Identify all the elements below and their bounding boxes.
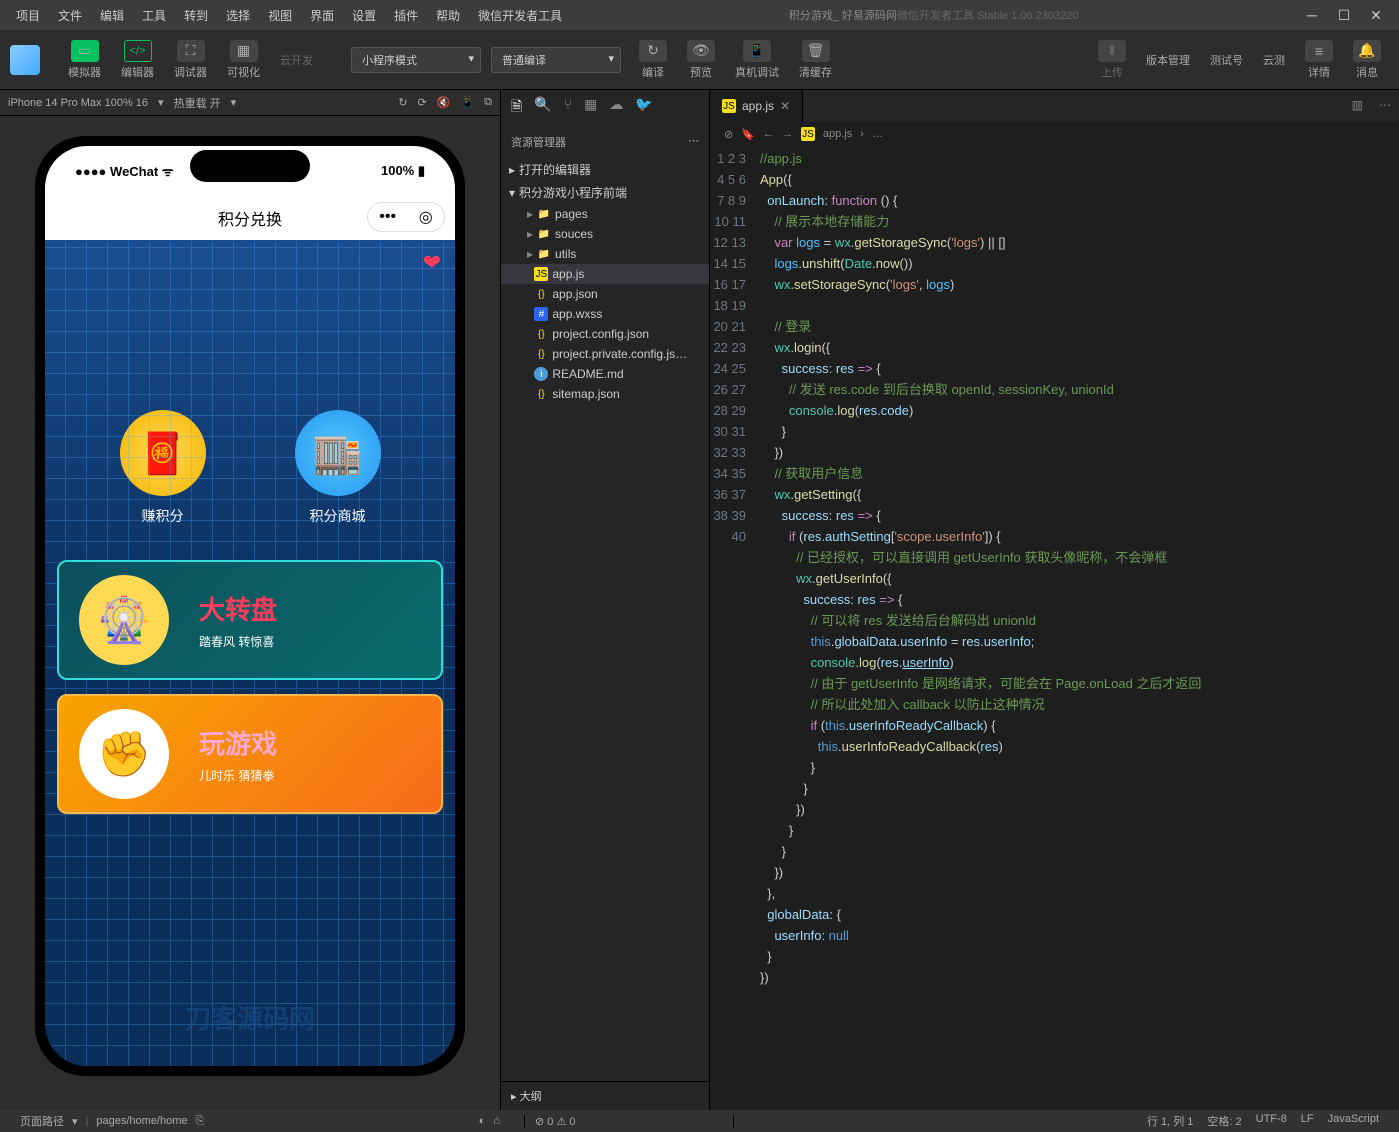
capsule-button[interactable]: •••◎ — [367, 202, 445, 232]
game-card[interactable]: ✊ 玩游戏儿时乐 猜猜拳 — [57, 694, 443, 814]
menu-插件[interactable]: 插件 — [386, 3, 426, 28]
tree-item[interactable]: JSapp.js — [501, 264, 709, 284]
watermark: 刀客源码网 — [185, 999, 315, 1036]
clear-cache-button[interactable]: 🗑清缓存 — [791, 36, 840, 84]
menu-编辑[interactable]: 编辑 — [92, 3, 132, 28]
nav-bar: 积分兑换 •••◎ — [45, 196, 455, 240]
project-root-section[interactable]: ▾ 积分游戏小程序前端 — [501, 181, 709, 204]
compile-button[interactable]: ↻编译 — [631, 36, 675, 84]
message-button[interactable]: 🔔消息 — [1345, 36, 1389, 84]
window-title: 积分游戏_ 好易源码网微信开发者工具 Stable 1.06.2303220 — [570, 7, 1297, 23]
phone-frame: ●●●● WeChat ᯤ 100% ▮ 积分兑换 •••◎ ❤ 🧧赚积分 — [35, 136, 465, 1076]
version-button[interactable]: 版本管理 — [1138, 48, 1198, 72]
menu-界面[interactable]: 界面 — [302, 3, 342, 28]
page-path[interactable]: pages/home/home — [96, 1115, 187, 1127]
tree-item[interactable]: {}app.json — [501, 284, 709, 304]
window-controls: ─ ☐ ✕ — [1297, 7, 1391, 24]
mode-select[interactable]: 小程序模式 — [351, 47, 481, 73]
remote-debug-button[interactable]: 📱真机调试 — [727, 36, 787, 84]
tree-item[interactable]: ▸📁pages — [501, 204, 709, 224]
cloudtest-button[interactable]: 云测 — [1255, 48, 1293, 72]
menu-文件[interactable]: 文件 — [50, 3, 90, 28]
breadcrumb[interactable]: ⊘🔖←→ JSapp.js › … — [710, 122, 1399, 146]
menu-帮助[interactable]: 帮助 — [428, 3, 468, 28]
tree-item[interactable]: {}sitemap.json — [501, 384, 709, 404]
rotate-icon[interactable]: ⟳ — [418, 96, 427, 109]
files-icon[interactable]: 🗎 — [511, 96, 522, 120]
simulator-panel: iPhone 14 Pro Max 100% 16▾ 热重载 开▾ ↻ ⟳ 🔇 … — [0, 90, 500, 1110]
indent-label[interactable]: 空格: 2 — [1207, 1113, 1241, 1129]
preview-button[interactable]: 👁预览 — [679, 36, 723, 84]
tree-item[interactable]: {}project.private.config.js… — [501, 344, 709, 364]
testid-button[interactable]: 测试号 — [1202, 48, 1251, 72]
lang-label[interactable]: JavaScript — [1328, 1113, 1379, 1129]
detach-icon[interactable]: ⧉ — [484, 96, 492, 109]
code-editor[interactable]: 1 2 3 4 5 6 7 8 9 10 11 12 13 14 15 16 1… — [710, 146, 1399, 1110]
detail-button[interactable]: ≡详情 — [1297, 36, 1341, 84]
split-icon[interactable]: ▥ — [1344, 90, 1371, 122]
bird-icon[interactable]: 🐦 — [635, 96, 652, 120]
encoding-label[interactable]: UTF-8 — [1256, 1113, 1287, 1129]
refresh-icon[interactable]: ↻ — [398, 96, 407, 109]
menu-工具[interactable]: 工具 — [134, 3, 174, 28]
menu-转到[interactable]: 转到 — [176, 3, 216, 28]
notch — [190, 150, 310, 182]
close-tab-icon[interactable]: ✕ — [780, 99, 790, 113]
tree-item[interactable]: ▸📁utils — [501, 244, 709, 264]
mute-icon[interactable]: 🔇 — [437, 96, 451, 109]
compile-select[interactable]: 普通编译 — [491, 47, 621, 73]
scene-icon[interactable]: ◐ — [479, 1115, 486, 1127]
cloud-button[interactable]: 云开发 — [272, 48, 321, 72]
ext-icon[interactable]: ▦ — [584, 96, 597, 120]
outline-section[interactable]: ▸ 大纲 — [501, 1081, 709, 1110]
titlebar: 项目文件编辑工具转到选择视图界面设置插件帮助微信开发者工具 积分游戏_ 好易源码… — [0, 0, 1399, 30]
project-avatar[interactable] — [10, 45, 40, 75]
heart-icon[interactable]: ❤ — [423, 250, 441, 276]
branch-icon[interactable]: ⑂ — [564, 96, 572, 120]
toolbar: ▭模拟器 </>编辑器 ⛶调试器 ▦可视化 云开发 小程序模式 普通编译 ↻编译… — [0, 30, 1399, 90]
close-icon[interactable]: ✕ — [1361, 7, 1391, 24]
cursor-pos[interactable]: 行 1, 列 1 — [1147, 1113, 1193, 1129]
status-bar-bottom: 页面路径▾ | pages/home/home ⎘ ◐ ⌂ ⊘ 0 ⚠ 0 行 … — [0, 1110, 1399, 1132]
menu-选择[interactable]: 选择 — [218, 3, 258, 28]
editor-tab[interactable]: JSapp.js✕ — [710, 90, 803, 122]
home-icon[interactable]: ⌂ — [493, 1115, 500, 1127]
device-icon[interactable]: 📱 — [460, 96, 474, 109]
upload-button[interactable]: ⬆上传 — [1090, 36, 1134, 84]
menu-视图[interactable]: 视图 — [260, 3, 300, 28]
tree-item[interactable]: {}project.config.json — [501, 324, 709, 344]
hot-reload-label[interactable]: 热重载 开 — [174, 95, 221, 111]
search-icon[interactable]: 🔍 — [534, 96, 551, 120]
minimize-icon[interactable]: ─ — [1297, 7, 1327, 24]
cloud-icon[interactable]: ☁ — [609, 96, 623, 120]
editor-button[interactable]: </>编辑器 — [113, 36, 162, 84]
menu-设置[interactable]: 设置 — [344, 3, 384, 28]
main-menu: 项目文件编辑工具转到选择视图界面设置插件帮助微信开发者工具 — [8, 3, 570, 28]
more-icon[interactable]: ⋯ — [1371, 90, 1399, 122]
errors-label[interactable]: ⊘ 0 ⚠ 0 — [535, 1115, 575, 1128]
menu-微信开发者工具[interactable]: 微信开发者工具 — [470, 3, 570, 28]
menu-项目[interactable]: 项目 — [8, 3, 48, 28]
tree-item[interactable]: #app.wxss — [501, 304, 709, 324]
wheel-card[interactable]: 🎡 大转盘踏春风 转惊喜 — [57, 560, 443, 680]
debugger-button[interactable]: ⛶调试器 — [166, 36, 215, 84]
open-editors-section[interactable]: ▸ 打开的编辑器 — [501, 158, 709, 181]
tree-item[interactable]: iREADME.md — [501, 364, 709, 384]
visual-button[interactable]: ▦可视化 — [219, 36, 268, 84]
device-label[interactable]: iPhone 14 Pro Max 100% 16 — [8, 97, 148, 109]
more-icon[interactable]: ⋯ — [688, 134, 699, 150]
copy-icon[interactable]: ⎘ — [196, 1115, 205, 1128]
tree-item[interactable]: ▸📁souces — [501, 224, 709, 244]
eol-label[interactable]: LF — [1301, 1113, 1314, 1129]
editor-panel: JSapp.js✕ ▥ ⋯ ⊘🔖←→ JSapp.js › … 1 2 3 4 … — [710, 90, 1399, 1110]
maximize-icon[interactable]: ☐ — [1329, 7, 1359, 24]
simulator-button[interactable]: ▭模拟器 — [60, 36, 109, 84]
explorer-panel: 🗎 🔍 ⑂ ▦ ☁ 🐦 资源管理器⋯ ▸ 打开的编辑器 ▾ 积分游戏小程序前端 … — [500, 90, 710, 1110]
